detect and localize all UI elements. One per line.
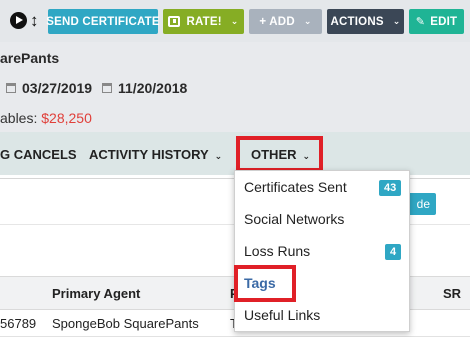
- sort-arrows-icon[interactable]: ↕: [30, 10, 40, 32]
- play-icon[interactable]: [10, 12, 27, 29]
- date-2: 11/20/2018: [118, 80, 188, 96]
- menu-item-useful-links[interactable]: Useful Links: [244, 307, 320, 323]
- tab-cancels[interactable]: G CANCELS: [0, 147, 77, 162]
- chevron-down-icon: ⌄: [214, 151, 223, 161]
- account-name: arePants: [0, 50, 60, 66]
- other-tab-highlight: [236, 136, 323, 172]
- chevron-down-icon: ⌄: [392, 16, 401, 26]
- rate-label: RATE!: [186, 15, 222, 28]
- menu-item-label: Useful Links: [244, 307, 321, 323]
- receivables-value: $28,250: [41, 110, 92, 126]
- tab-activity-history-label: ACTIVITY HISTORY: [89, 147, 209, 162]
- add-button[interactable]: + ADD ⌄: [249, 9, 322, 34]
- add-label: + ADD: [259, 15, 295, 28]
- rate-button[interactable]: RATE! ⌄: [163, 9, 244, 34]
- table-cell-primary-agent: SpongeBob SquarePants: [52, 316, 199, 331]
- tab-activity-history[interactable]: ACTIVITY HISTORY ⌄: [89, 147, 222, 162]
- rate-icon: [168, 16, 181, 27]
- date-field-2: 11/20/2018: [102, 80, 187, 96]
- pencil-icon: ✎: [415, 16, 426, 28]
- column-header-sr[interactable]: SR: [443, 286, 461, 301]
- menu-item-social-networks[interactable]: Social Networks: [244, 211, 344, 227]
- receivables-label: ables:: [0, 110, 42, 126]
- send-certificate-label: SEND CERTIFICATE: [46, 15, 160, 28]
- tags-highlight: [234, 265, 296, 302]
- tab-cancels-label: G CANCELS: [0, 147, 77, 162]
- receivables: ables: $28,250: [0, 110, 92, 126]
- table-cell-id: 56789: [0, 316, 37, 331]
- menu-item-label: Social Networks: [244, 211, 345, 227]
- send-certificate-button[interactable]: SEND CERTIFICATE: [46, 9, 160, 34]
- chevron-down-icon: ⌄: [230, 16, 239, 26]
- count-badge: 43: [379, 180, 402, 196]
- date-field-1: 03/27/2019: [6, 80, 92, 96]
- menu-item-label: Loss Runs: [244, 243, 311, 259]
- menu-item-loss-runs[interactable]: Loss Runs: [244, 243, 310, 259]
- edit-button[interactable]: ✎ EDIT: [409, 9, 464, 34]
- count-badge: 4: [385, 244, 402, 260]
- edit-label: EDIT: [430, 15, 458, 28]
- actions-button[interactable]: ACTIONS ⌄: [327, 9, 404, 34]
- actions-label: ACTIONS: [330, 15, 384, 28]
- calendar-icon: [6, 83, 16, 93]
- partial-button-label: de: [416, 197, 430, 211]
- date-1: 03/27/2019: [22, 80, 93, 96]
- menu-item-label: Certificates Sent: [244, 179, 347, 195]
- chevron-down-icon: ⌄: [303, 16, 312, 26]
- calendar-icon: [102, 83, 112, 93]
- menu-item-certificates-sent[interactable]: Certificates Sent: [244, 179, 347, 195]
- column-header-primary-agent[interactable]: Primary Agent: [52, 286, 140, 301]
